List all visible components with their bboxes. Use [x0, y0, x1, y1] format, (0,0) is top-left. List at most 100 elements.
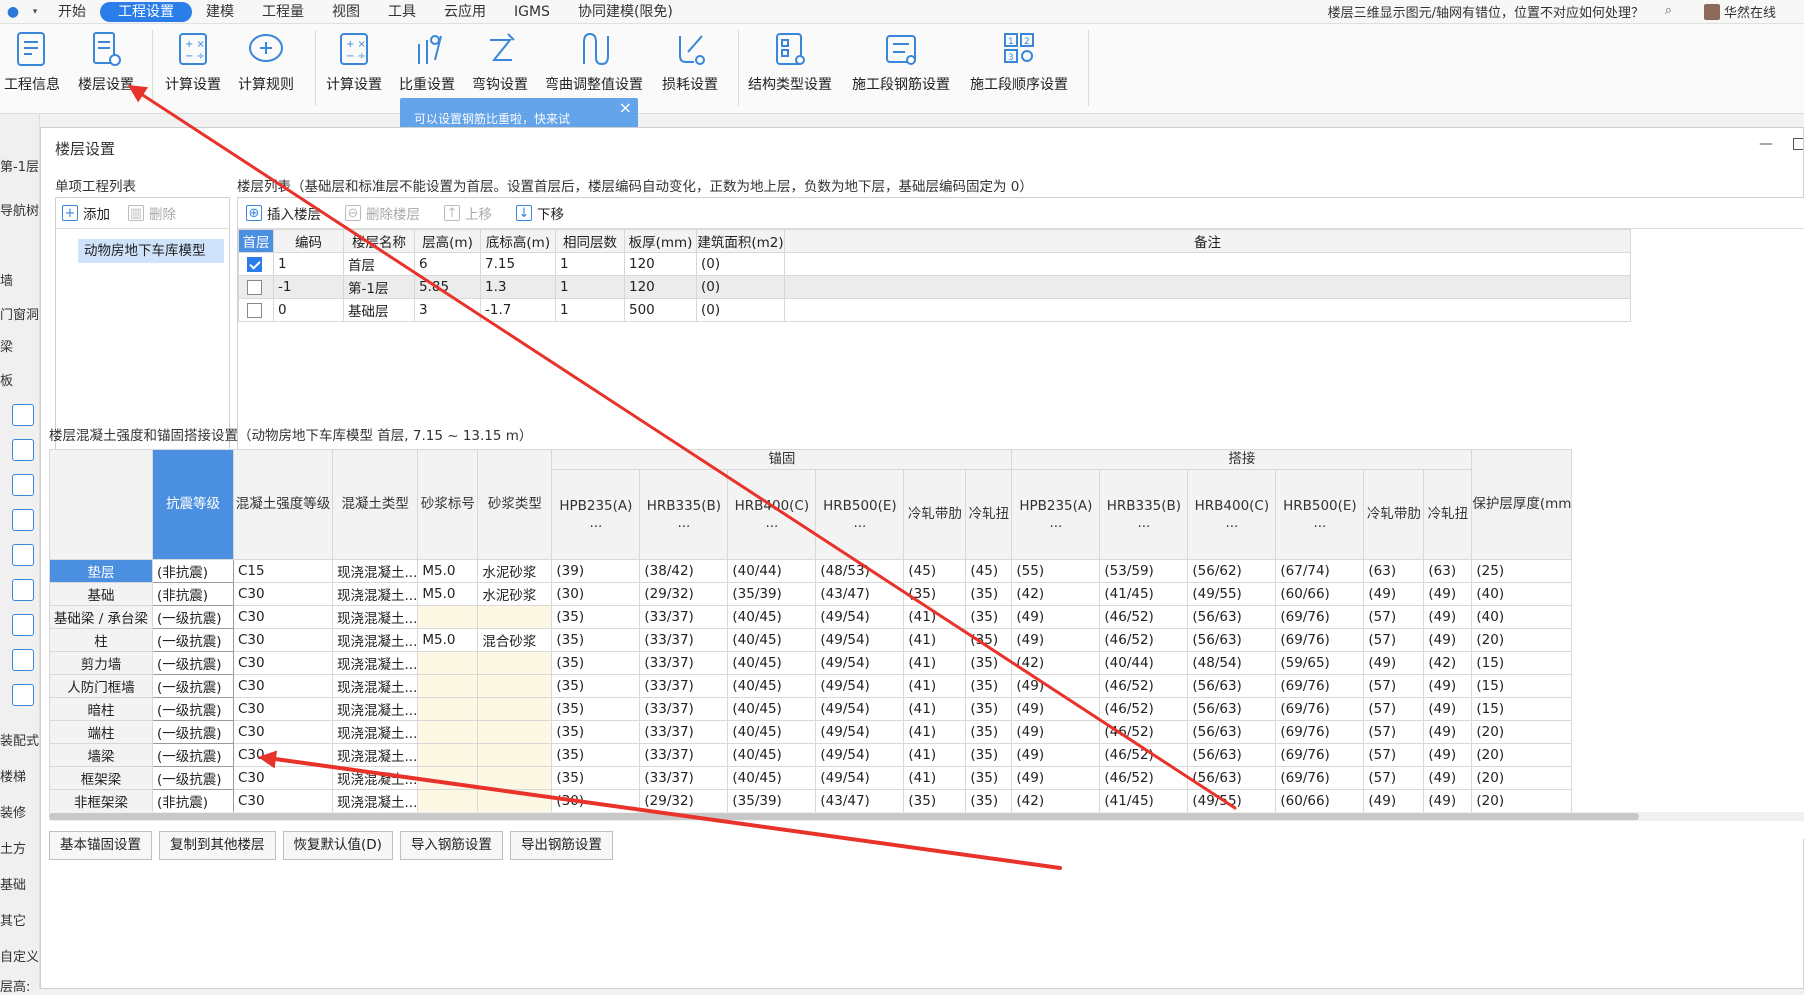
- anchor-cell[interactable]: (33/37): [639, 766, 729, 790]
- lap-cell[interactable]: (49): [1423, 674, 1473, 698]
- concrete-type-cell[interactable]: 现浇混凝土...: [331, 743, 419, 767]
- anchor-cell[interactable]: (35): [551, 628, 641, 652]
- loss-settings-button[interactable]: 损耗设置: [662, 28, 718, 94]
- concrete-type-cell[interactable]: 现浇混凝土...: [331, 766, 419, 790]
- anchor-col-header[interactable]: HRB400(C) ...: [727, 469, 817, 560]
- menu-collab[interactable]: 协同建模(限免): [564, 2, 687, 22]
- anchor-cell[interactable]: (40/45): [727, 720, 817, 744]
- anchor-cell[interactable]: (49/54): [815, 605, 905, 629]
- project-list-item[interactable]: 动物房地下车库模型: [78, 239, 224, 263]
- nav-prefab[interactable]: 装配式: [0, 730, 39, 749]
- search-icon[interactable]: ⌕: [1665, 3, 1672, 18]
- lap-cell[interactable]: (49): [1423, 697, 1473, 721]
- lap-cell[interactable]: (56/63): [1187, 697, 1277, 721]
- anchor-cell[interactable]: (35): [965, 697, 1013, 721]
- col-area[interactable]: 建筑面积(m2): [696, 229, 785, 253]
- floor-row[interactable]: -1 第-1层 5.85 1.3 1 120 (0): [238, 275, 1631, 299]
- concrete-row[interactable]: 剪力墙 (一级抗震) C30 现浇混凝土... (35) (33/37) (40/45) (4…: [49, 651, 1573, 675]
- lap-cell[interactable]: (60/66): [1275, 582, 1365, 606]
- delete-project-button[interactable]: ▥ 删除: [128, 203, 176, 223]
- col-code[interactable]: 编码: [273, 229, 344, 253]
- anchor-cell[interactable]: (49/54): [815, 674, 905, 698]
- anchor-cell[interactable]: (49/54): [815, 766, 905, 790]
- grid-tool-icon[interactable]: [12, 649, 34, 671]
- lap-cell[interactable]: (49): [1423, 582, 1473, 606]
- strength-cell[interactable]: C30: [233, 697, 333, 721]
- column-tool-icon[interactable]: [12, 439, 34, 461]
- anchor-cell[interactable]: (33/37): [639, 720, 729, 744]
- nav-tree-tab[interactable]: 导航树: [0, 200, 39, 219]
- mortar-mark-cell[interactable]: [417, 674, 479, 698]
- menu-view[interactable]: 视图: [318, 2, 374, 22]
- nav-beam[interactable]: 梁: [0, 336, 13, 355]
- col-first-floor[interactable]: 首层: [238, 229, 274, 253]
- concrete-type-cell[interactable]: 现浇混凝土...: [331, 651, 419, 675]
- col-seismic-grade[interactable]: 抗震等级: [152, 449, 234, 560]
- strength-cell[interactable]: C30: [233, 789, 333, 813]
- lap-cell[interactable]: (56/63): [1187, 605, 1277, 629]
- anchor-cell[interactable]: (45): [965, 559, 1013, 583]
- anchor-cell[interactable]: (40/45): [727, 651, 817, 675]
- hook-settings-button[interactable]: 弯钩设置: [472, 28, 528, 94]
- col-concrete-strength[interactable]: 混凝土强度等级: [233, 449, 333, 560]
- lap-col-header[interactable]: HPB235(A) ...: [1011, 469, 1101, 560]
- concrete-type-cell[interactable]: 现浇混凝土...: [331, 720, 419, 744]
- anchor-cell[interactable]: (33/37): [639, 628, 729, 652]
- col-bottom-elev[interactable]: 底标高(m): [480, 229, 556, 253]
- anchor-cell[interactable]: (33/37): [639, 651, 729, 675]
- floor-cell-note[interactable]: [784, 298, 1631, 322]
- add-project-button[interactable]: + 添加: [62, 203, 110, 223]
- lap-col-header[interactable]: HRB500(E) ...: [1275, 469, 1365, 560]
- strength-cell[interactable]: C30: [233, 582, 333, 606]
- floor-cell-bottom[interactable]: -1.7: [480, 298, 556, 322]
- floor-cell-thick[interactable]: 120: [624, 252, 697, 276]
- anchor-cell[interactable]: (35): [965, 651, 1013, 675]
- menu-cloud[interactable]: 云应用: [430, 2, 500, 22]
- anchor-cell[interactable]: (49/54): [815, 720, 905, 744]
- floor-cell-height[interactable]: 5.85: [414, 275, 481, 299]
- cover-cell[interactable]: (40): [1471, 605, 1573, 629]
- seismic-grade-cell[interactable]: (非抗震): [152, 559, 234, 583]
- floor-cell-name[interactable]: 首层: [343, 252, 415, 276]
- first-floor-checkbox-cell[interactable]: [238, 252, 274, 276]
- anchor-cell[interactable]: (29/32): [639, 582, 729, 606]
- menu-modeling[interactable]: 建模: [192, 2, 248, 22]
- floor-cell-same[interactable]: 1: [555, 298, 625, 322]
- component-name[interactable]: 基础: [49, 582, 153, 606]
- anchor-cell[interactable]: (35): [551, 674, 641, 698]
- floor-settings-button[interactable]: 楼层设置: [78, 28, 134, 94]
- mortar-mark-cell[interactable]: [417, 720, 479, 744]
- concrete-type-cell[interactable]: 现浇混凝土...: [331, 628, 419, 652]
- mortar-type-cell[interactable]: [477, 651, 553, 675]
- anchor-cell[interactable]: (35): [551, 766, 641, 790]
- anchor-cell[interactable]: (38/42): [639, 559, 729, 583]
- slab-tool-icon[interactable]: [12, 404, 34, 426]
- concrete-type-cell[interactable]: 现浇混凝土...: [331, 605, 419, 629]
- anchor-cell[interactable]: (35): [965, 674, 1013, 698]
- anchor-cell[interactable]: (35): [965, 582, 1013, 606]
- floor-cell-same[interactable]: 1: [555, 252, 625, 276]
- anchor-col-header[interactable]: 冷轧扭: [965, 469, 1013, 560]
- project-info-button[interactable]: 工程信息: [4, 28, 60, 94]
- strength-cell[interactable]: C30: [233, 651, 333, 675]
- calc-settings-button[interactable]: + × − ÷ 计算设置: [165, 28, 221, 94]
- basic-anchor-settings-button[interactable]: 基本锚固设置: [49, 831, 152, 860]
- anchor-col-header[interactable]: HRB500(E) ...: [815, 469, 905, 560]
- anchor-cell[interactable]: (40/45): [727, 628, 817, 652]
- menu-igms[interactable]: IGMS: [500, 2, 564, 22]
- lap-cell[interactable]: (40/44): [1099, 651, 1189, 675]
- seismic-grade-cell[interactable]: (一级抗震): [152, 697, 234, 721]
- cover-cell[interactable]: (15): [1471, 674, 1573, 698]
- anchor-cell[interactable]: (35): [965, 789, 1013, 813]
- mortar-mark-cell[interactable]: [417, 605, 479, 629]
- floor-cell-code[interactable]: 1: [273, 252, 344, 276]
- floor-cell-thick[interactable]: 120: [624, 275, 697, 299]
- mortar-mark-cell[interactable]: [417, 766, 479, 790]
- strength-cell[interactable]: C30: [233, 674, 333, 698]
- anchor-cell[interactable]: (43/47): [815, 582, 905, 606]
- anchor-cell[interactable]: (40/45): [727, 605, 817, 629]
- lap-cell[interactable]: (49): [1423, 789, 1473, 813]
- seismic-grade-cell[interactable]: (一级抗震): [152, 720, 234, 744]
- anchor-cell[interactable]: (40/44): [727, 559, 817, 583]
- floor-cell-code[interactable]: -1: [273, 275, 344, 299]
